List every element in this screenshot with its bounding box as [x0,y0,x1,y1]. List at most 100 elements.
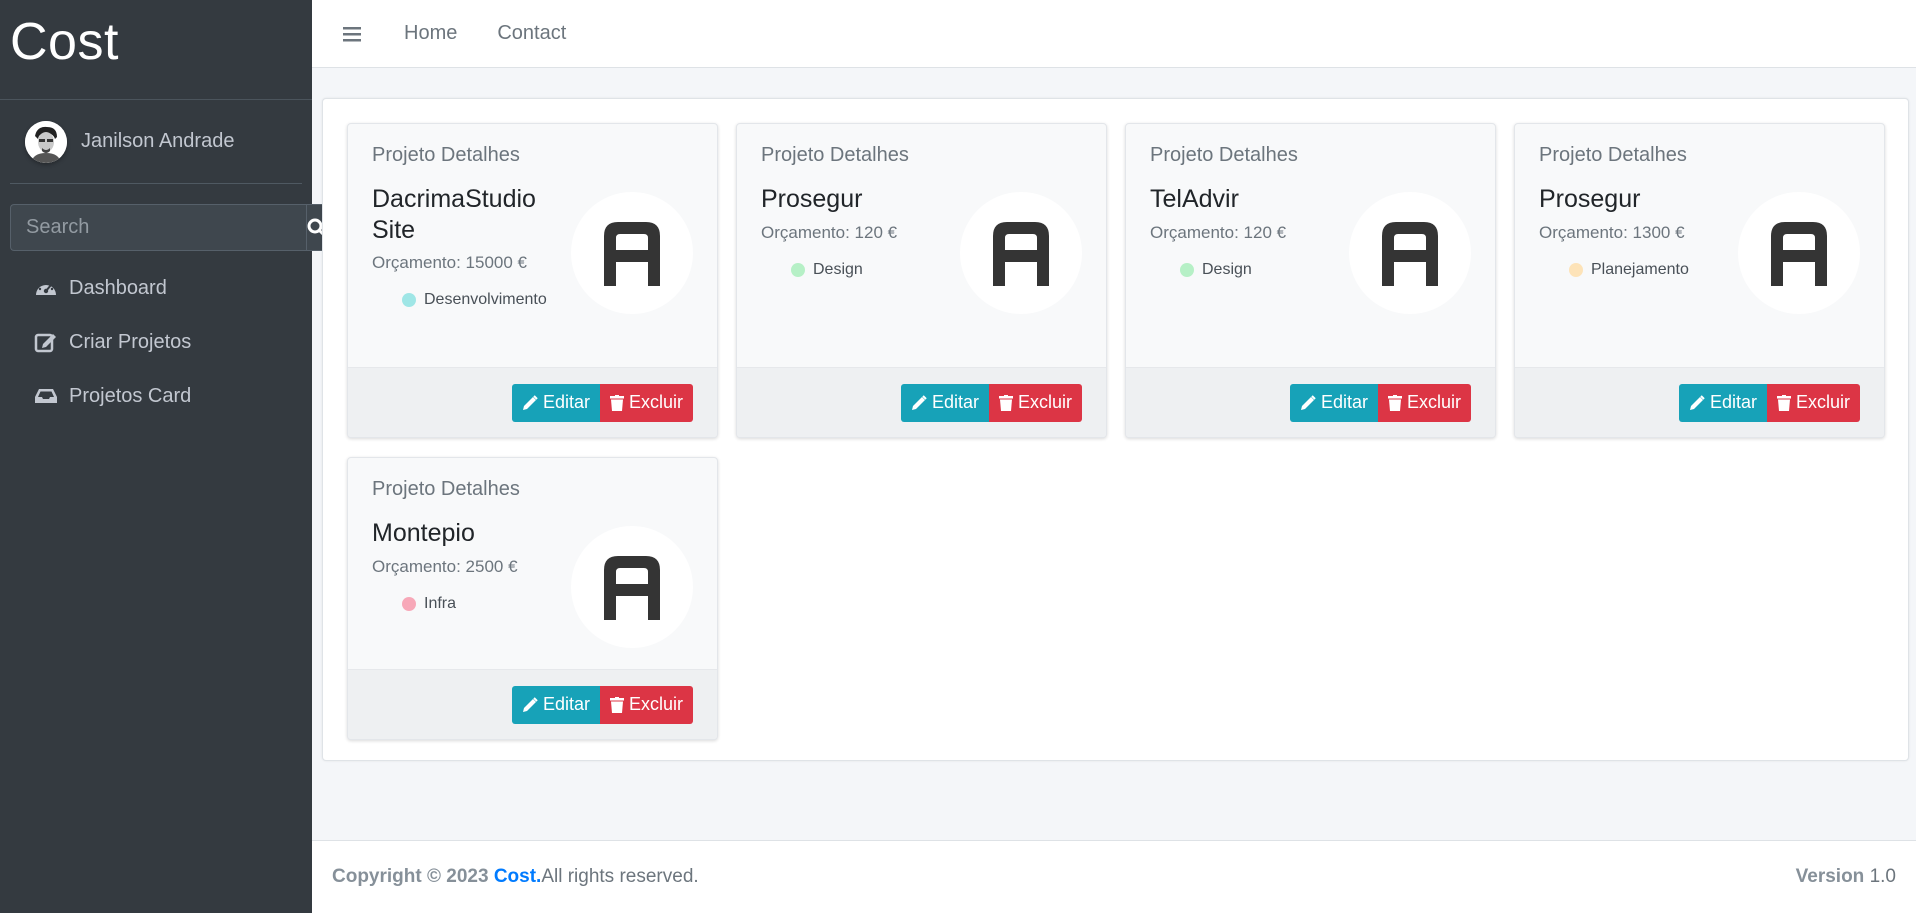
trash-icon [998,394,1013,411]
edit-label: Editar [542,694,590,714]
edit-button[interactable]: Editar [1289,383,1378,422]
version-label: Version [1795,866,1865,887]
sidebar-item-criar-projetos[interactable]: Criar Projetos [10,315,302,369]
trash-icon [609,696,624,713]
nav-link-contact[interactable]: Contact [497,22,566,45]
copyright-text: Copyright © 2023 [332,866,489,887]
sidebar-item-projetos-card[interactable]: Projetos Card [10,369,302,423]
search-input[interactable] [10,204,306,251]
card-header: Projeto Detalhes [1150,144,1298,166]
project-name: Prosegur [1539,185,1641,213]
project-name: TelAdvir [1150,185,1239,213]
hamburger-icon [343,26,361,41]
tachometer-icon [33,276,59,300]
project-name: Prosegur [761,185,863,213]
logo-a-icon [1771,222,1827,286]
rights-text: All rights reserved. [541,866,699,887]
card-footer: Editar Excluir [348,367,717,437]
project-name: DacrimaStudio Site [372,185,536,244]
sidebar-item-label: Projetos Card [69,384,192,407]
page-footer: Copyright © 2023 Cost.All rights reserve… [312,840,1916,913]
sidebar-nav: Dashboard Criar Projetos Projetos Card [0,261,312,423]
version-info: Version 1.0 [1796,866,1896,888]
delete-label: Excluir [1406,392,1461,412]
project-logo [571,192,693,314]
brand-link[interactable]: Cost [0,0,312,100]
edit-button[interactable]: Editar [511,383,600,422]
card-footer: Editar Excluir [348,669,717,739]
brand-text: Cost [10,13,119,71]
edit-button[interactable]: Editar [511,685,600,724]
card-header: Projeto Detalhes [372,144,520,166]
project-card: Projeto Detalhes Prosegur Orçamento: 120… [736,123,1107,438]
project-card: Projeto Detalhes Prosegur Orçamento: 130… [1514,123,1885,438]
edit-label: Editar [1709,392,1757,412]
sidebar-item-label: Criar Projetos [69,330,192,353]
edit-button[interactable]: Editar [900,383,989,422]
avatar [25,120,67,163]
delete-button[interactable]: Excluir [988,383,1082,422]
category-label: Design [1202,260,1252,278]
category-label: Planejamento [1591,260,1689,278]
version-number: 1.0 [1869,866,1896,887]
project-logo [1349,192,1471,314]
project-card: Projeto Detalhes TelAdvir Orçamento: 120… [1125,123,1496,438]
category-label: Design [813,260,863,278]
category-label: Desenvolvimento [424,291,547,308]
category-dot-icon [1180,262,1194,277]
inbox-icon [33,384,59,408]
category-label: Infra [424,594,457,612]
project-logo [960,192,1082,314]
top-navbar: Home Contact [312,0,1916,68]
edit-icon [33,330,59,354]
edit-label: Editar [1320,392,1368,412]
pencil-icon [522,696,538,712]
pencil-icon [911,394,927,410]
card-header: Projeto Detalhes [372,478,520,500]
edit-label: Editar [542,392,590,412]
pencil-icon [1689,394,1705,410]
delete-button[interactable]: Excluir [1766,383,1860,422]
edit-button[interactable]: Editar [1678,383,1767,422]
trash-icon [1387,394,1402,411]
project-name: Montepio [372,519,475,547]
delete-label: Excluir [1017,392,1072,412]
footer-brand-link[interactable]: Cost. [494,866,542,887]
project-card: Projeto Detalhes Montepio Orçamento: 250… [347,457,718,740]
sidebar-search [10,204,328,251]
sidebar-item-dashboard[interactable]: Dashboard [10,261,302,315]
trash-icon [609,394,624,411]
category-dot-icon [791,262,805,277]
delete-label: Excluir [628,694,683,714]
logo-a-icon [604,222,660,286]
edit-label: Editar [931,392,979,412]
card-footer: Editar Excluir [737,367,1106,437]
trash-icon [1776,394,1791,411]
nav-link-home[interactable]: Home [404,22,457,45]
user-name[interactable]: Janilson Andrade [81,130,234,153]
delete-label: Excluir [1795,392,1850,412]
user-panel[interactable]: Janilson Andrade [10,100,302,184]
card-header: Projeto Detalhes [761,144,909,166]
card-header: Projeto Detalhes [1539,144,1687,166]
card-footer: Editar Excluir [1126,367,1495,437]
project-card: Projeto Detalhes DacrimaStudio Site Orça… [347,123,718,438]
logo-a-icon [604,556,660,620]
sidebar-item-label: Dashboard [69,276,167,299]
pencil-icon [1300,394,1316,410]
category-dot-icon [402,596,416,611]
pencil-icon [522,394,538,410]
category-dot-icon [1569,262,1583,277]
logo-a-icon [1382,222,1438,286]
delete-button[interactable]: Excluir [599,685,693,724]
sidebar: Cost Janilson Andrade Search Dashboard C… [0,0,328,913]
project-logo [1738,192,1860,314]
projects-container: Projeto Detalhes DacrimaStudio Site Orça… [322,98,1909,761]
card-footer: Editar Excluir [1515,367,1884,437]
logo-a-icon [993,222,1049,286]
menu-toggle-button[interactable] [340,22,364,46]
delete-button[interactable]: Excluir [599,383,693,422]
category-dot-icon [402,293,416,307]
delete-button[interactable]: Excluir [1377,383,1471,422]
project-logo [571,526,693,648]
